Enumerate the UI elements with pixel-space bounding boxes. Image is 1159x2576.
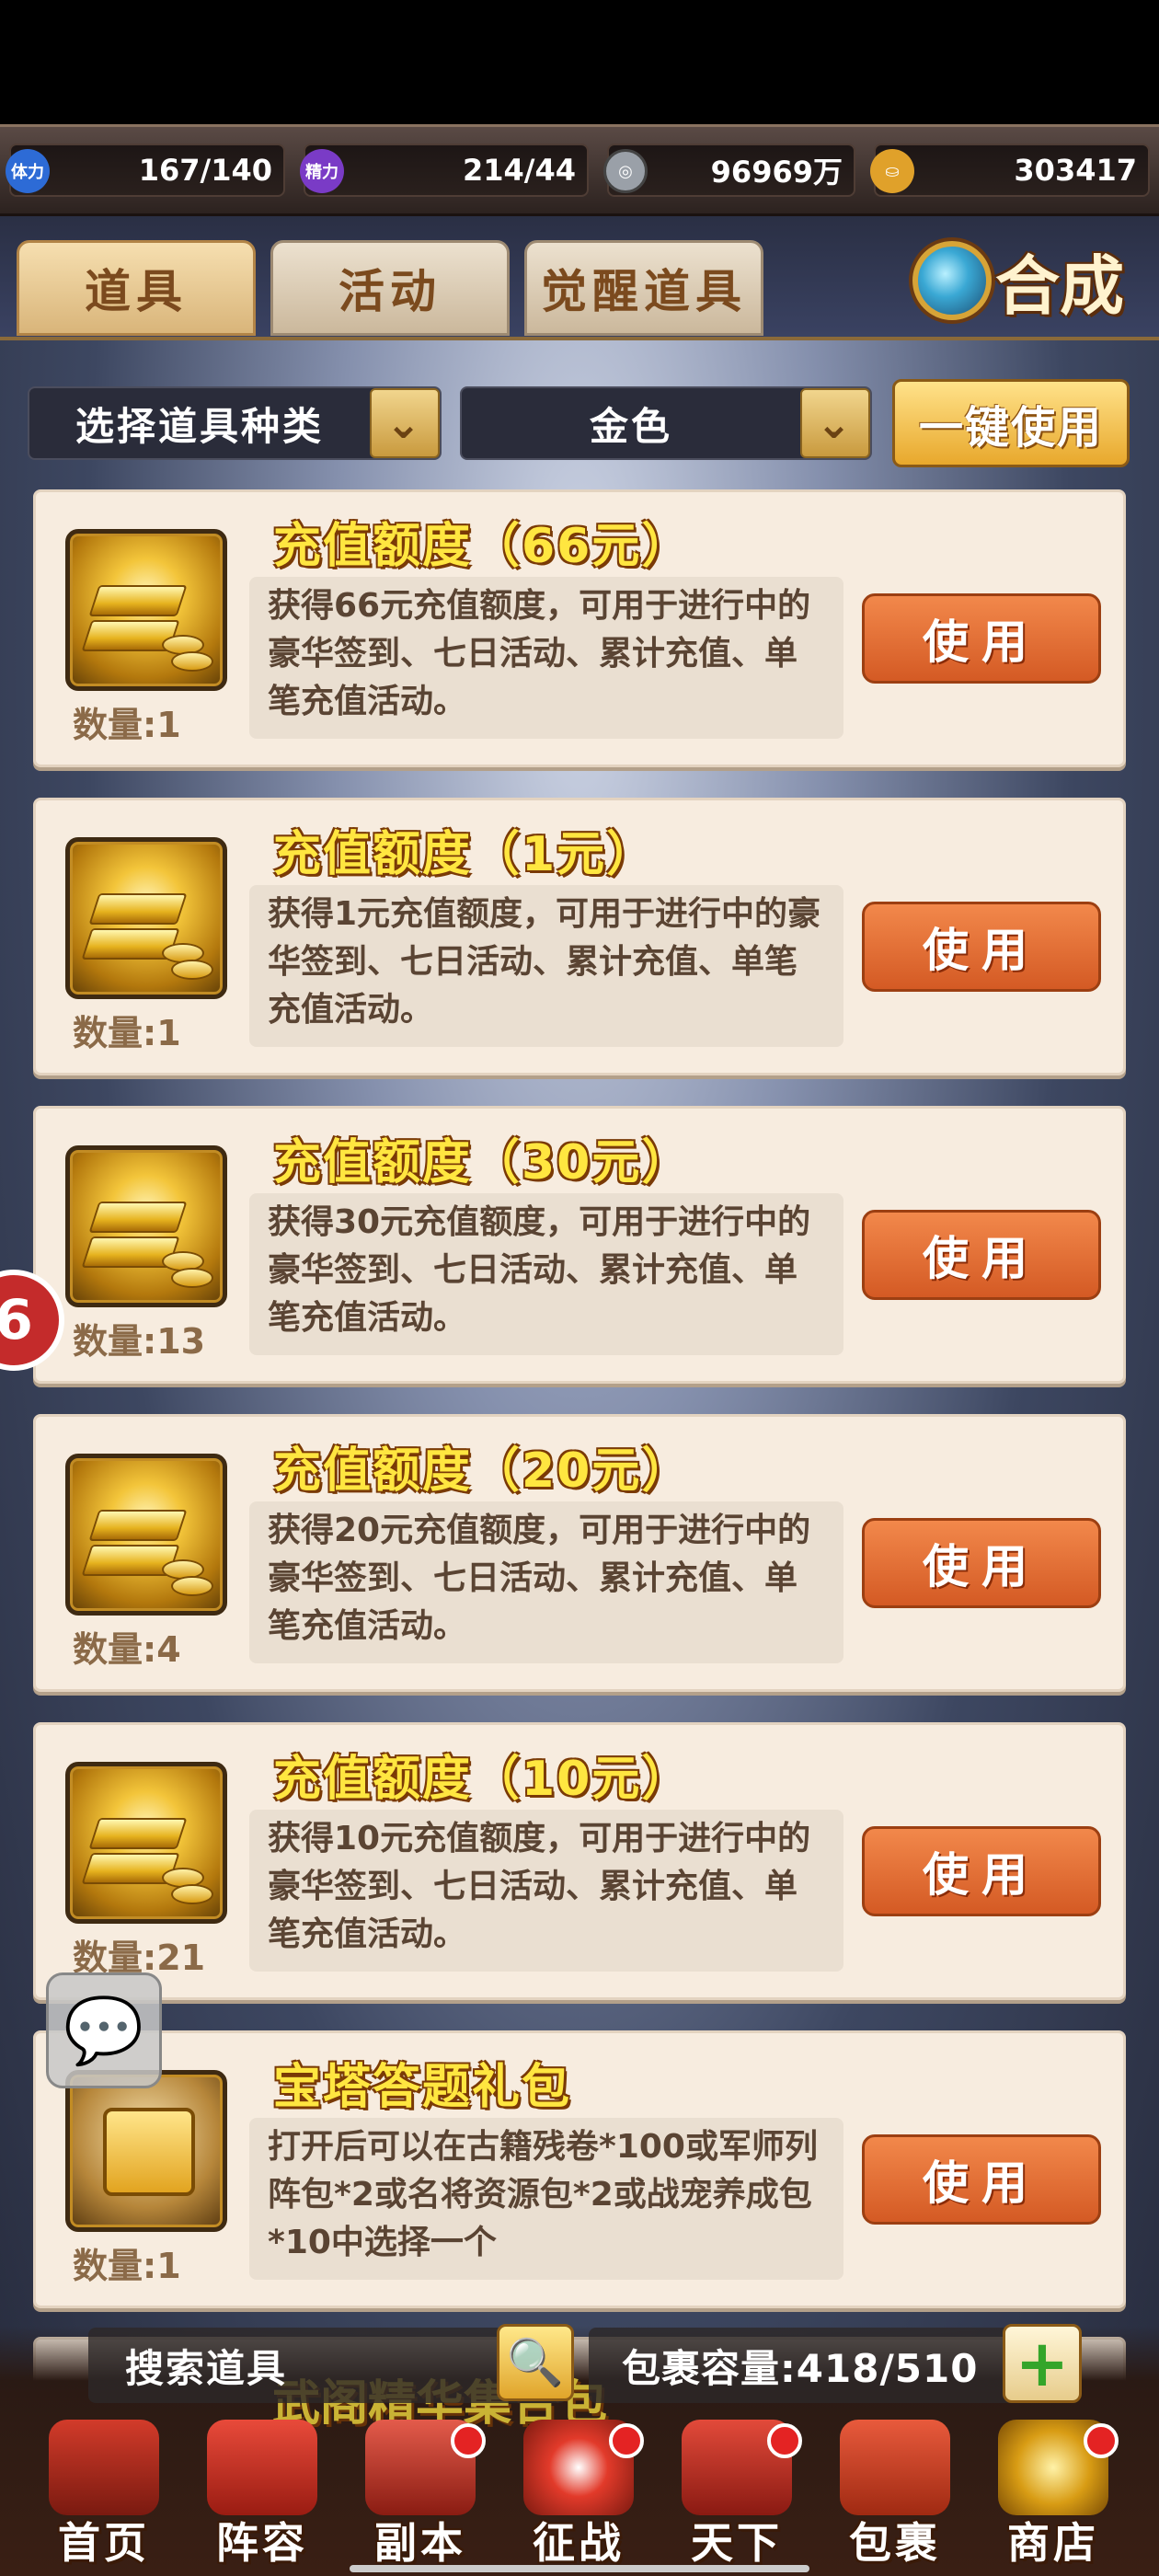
item-title: 充值额度（20元） — [273, 1443, 692, 1499]
item-quantity: 数量:1 — [73, 1013, 181, 1053]
notification-dot — [767, 2423, 802, 2458]
use-button[interactable]: 使用 — [862, 902, 1101, 992]
nav-label: 包裹 — [849, 2518, 941, 2568]
gift-box-icon — [65, 2070, 227, 2232]
silver-coin-icon: ◎ — [603, 149, 648, 193]
tab-items[interactable]: 道具 — [17, 240, 256, 336]
item-description: 获得10元充值额度，可用于进行中的豪华签到、七日活动、累计充值、单笔充值活动。 — [249, 1810, 843, 1972]
synthesize-label: 合成 — [995, 247, 1124, 324]
notification-dot — [1084, 2423, 1119, 2458]
energy-value: 214/44 — [462, 153, 576, 188]
nav-label: 首页 — [58, 2518, 150, 2568]
energy-icon: 精力 — [300, 149, 344, 193]
item-title: 充值额度（1元） — [273, 827, 657, 882]
item-card: 数量:1 充值额度（1元） 获得1元充值额度，可用于进行中的豪华签到、七日活动、… — [33, 798, 1126, 1075]
home-indicator[interactable] — [350, 2565, 809, 2572]
gold-bars-icon — [65, 1145, 227, 1307]
status-bar-area — [0, 0, 1159, 124]
resource-stamina: 体力 167/140 — [6, 144, 285, 197]
chat-icon[interactable]: 💬 — [46, 1972, 162, 2088]
item-card: 数量:13 充值额度（30元） 获得30元充值额度，可用于进行中的豪华签到、七日… — [33, 1106, 1126, 1384]
gold-bars-icon — [65, 529, 227, 691]
notification-dot — [609, 2423, 644, 2458]
resource-gold: ⛀ 303417 — [870, 144, 1150, 197]
item-card: 数量:1 宝塔答题礼包 打开后可以在古籍残卷*100或军师列阵包*2或名将资源包… — [33, 2030, 1126, 2308]
synthesize-orb-icon — [912, 241, 992, 320]
gold-bars-icon — [65, 1454, 227, 1616]
item-title: 充值额度（66元） — [273, 519, 692, 574]
use-button[interactable]: 使用 — [862, 1826, 1101, 1916]
lineup-flag-icon — [207, 2420, 317, 2515]
bag-capacity: 包裹容量:418/510 — [589, 2328, 1049, 2403]
item-type-select-value: 选择道具种类 — [75, 403, 325, 449]
item-card: 数量:21 充值额度（10元） 获得10元充值额度，可用于进行中的豪华签到、七日… — [33, 1722, 1126, 2000]
gold-bars-icon — [65, 1762, 227, 1924]
resource-energy: 精力 214/44 — [300, 144, 589, 197]
item-description: 获得66元充值额度，可用于进行中的豪华签到、七日活动、累计充值、单笔充值活动。 — [249, 577, 843, 739]
item-title: 宝塔答题礼包 — [273, 2060, 572, 2115]
use-button[interactable]: 使用 — [862, 1518, 1101, 1608]
item-quantity: 数量:13 — [73, 1321, 206, 1362]
item-title: 充值额度（30元） — [273, 1135, 692, 1190]
silver-value: 96969万 — [710, 155, 843, 190]
nav-label: 商店 — [1007, 2518, 1099, 2568]
resource-bar: 体力 167/140 精力 214/44 ◎ 96969万 ⛀ 303417 — [0, 124, 1159, 216]
nav-lineup[interactable]: 阵容 — [184, 2420, 340, 2576]
add-capacity-button[interactable]: + — [1003, 2324, 1082, 2403]
use-button[interactable]: 使用 — [862, 1210, 1101, 1300]
nav-label: 征战 — [533, 2518, 625, 2568]
stamina-icon: 体力 — [6, 149, 50, 193]
item-description: 打开后可以在古籍残卷*100或军师列阵包*2或名将资源包*2或战宠养成包*10中… — [249, 2118, 843, 2280]
quality-select-value: 金色 — [589, 403, 672, 449]
nav-bag[interactable]: 包裹 — [817, 2420, 973, 2576]
use-all-button[interactable]: 一键使用 — [892, 379, 1130, 467]
bag-icon — [840, 2420, 950, 2515]
nav-battle[interactable]: 征战 — [500, 2420, 657, 2576]
item-card: 数量:4 充值额度（20元） 获得20元充值额度，可用于进行中的豪华签到、七日活… — [33, 1414, 1126, 1692]
nav-label: 副本 — [374, 2518, 466, 2568]
item-description: 获得20元充值额度，可用于进行中的豪华签到、七日活动、累计充值、单笔充值活动。 — [249, 1501, 843, 1663]
tab-awaken-items[interactable]: 觉醒道具 — [524, 240, 763, 336]
search-input[interactable]: 搜索道具 — [88, 2328, 567, 2403]
use-button[interactable]: 使用 — [862, 593, 1101, 684]
nav-label: 阵容 — [216, 2518, 308, 2568]
chevron-down-icon[interactable]: ⌄ — [370, 388, 440, 458]
item-type-select[interactable]: 选择道具种类 ⌄ — [28, 386, 442, 460]
notification-dot — [451, 2423, 486, 2458]
home-pagoda-icon — [49, 2420, 159, 2515]
stamina-value: 167/140 — [138, 153, 272, 188]
nav-label: 天下 — [691, 2518, 783, 2568]
item-title: 充值额度（10元） — [273, 1752, 692, 1807]
chevron-down-icon[interactable]: ⌄ — [800, 388, 870, 458]
gold-value: 303417 — [1014, 153, 1137, 188]
nav-dungeon[interactable]: 副本 — [342, 2420, 499, 2576]
search-icon[interactable]: 🔍 — [497, 2324, 574, 2401]
synthesize-button[interactable]: 合成 — [912, 230, 1133, 331]
use-button[interactable]: 使用 — [862, 2134, 1101, 2225]
tab-events[interactable]: 活动 — [270, 240, 510, 336]
nav-world[interactable]: 天下 — [659, 2420, 815, 2576]
quality-select[interactable]: 金色 ⌄ — [460, 386, 872, 460]
item-description: 获得30元充值额度，可用于进行中的豪华签到、七日活动、累计充值、单笔充值活动。 — [249, 1193, 843, 1355]
item-quantity: 数量:1 — [73, 2246, 181, 2286]
item-quantity: 数量:1 — [73, 705, 181, 745]
item-description: 获得1元充值额度，可用于进行中的豪华签到、七日活动、累计充值、单笔充值活动。 — [249, 885, 843, 1047]
nav-home[interactable]: 首页 — [26, 2420, 182, 2576]
item-quantity: 数量:4 — [73, 1629, 181, 1670]
gold-ingot-icon: ⛀ — [870, 149, 914, 193]
item-card: 数量:1 充值额度（66元） 获得66元充值额度，可用于进行中的豪华签到、七日活… — [33, 489, 1126, 767]
nav-shop[interactable]: 商店 — [975, 2420, 1131, 2576]
resource-silver: ◎ 96969万 — [603, 144, 855, 197]
gold-bars-icon — [65, 837, 227, 999]
